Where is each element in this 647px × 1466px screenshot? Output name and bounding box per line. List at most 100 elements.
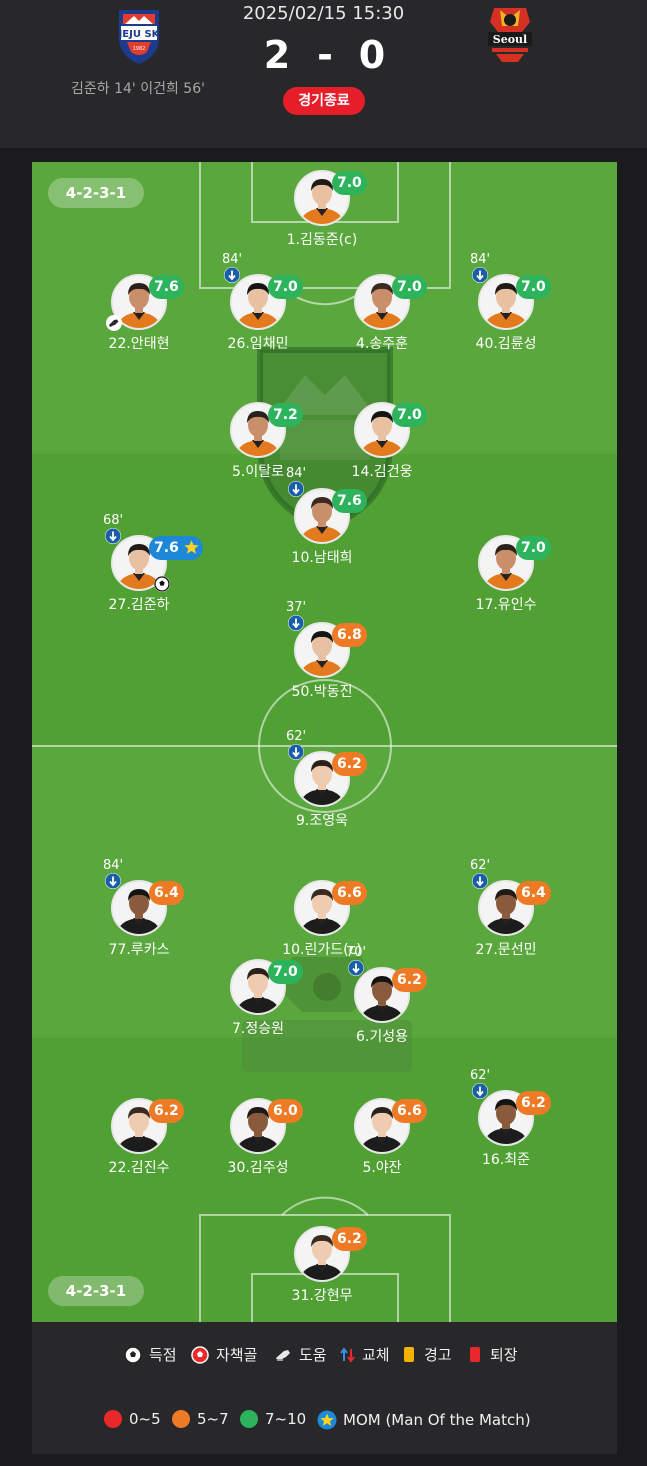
away-score: 0: [358, 33, 386, 77]
player-rating-value: 6.6: [397, 1103, 422, 1119]
substitution-minute: 62': [469, 1068, 491, 1083]
player-rating-badge: 6.4: [149, 881, 184, 905]
legend-red-label: 퇴장: [490, 1346, 518, 1364]
player-name: 40.김륜성: [475, 336, 537, 352]
player-rating-value: 6.2: [397, 972, 422, 988]
legend-mom: MOM (Man Of the Match): [317, 1410, 531, 1430]
player-rating-badge: 6.2: [516, 1091, 551, 1115]
legend-range-low-label: 0~5: [129, 1410, 161, 1428]
away-player-card[interactable]: 6.6 5.야잔: [322, 1098, 442, 1188]
player-rating-badge: 6.2: [332, 1227, 367, 1251]
player-name: 77.루카스: [108, 942, 170, 958]
player-rating-badge: 6.2: [392, 968, 427, 992]
player-rating-value: 6.8: [337, 627, 362, 643]
home-player-card[interactable]: 7.0 26.임채민 84': [198, 252, 318, 364]
player-rating-badge: 6.2: [149, 1099, 184, 1123]
player-rating-value: 7.0: [521, 279, 546, 295]
green-dot-icon: [240, 1410, 258, 1428]
player-rating-badge: 6.2: [332, 752, 367, 776]
home-player-card[interactable]: 7.0 14.김건웅: [322, 402, 442, 492]
legend-sub-label: 교체: [362, 1346, 390, 1364]
player-name: 16.최준: [481, 1152, 531, 1168]
goal-ball-icon: [154, 576, 170, 592]
home-player-card[interactable]: 7.0 40.김륜성 84': [446, 252, 566, 364]
sub-out-arrow-icon: [288, 481, 304, 497]
player-rating-value: 7.0: [521, 540, 546, 556]
red-dot-icon: [104, 1410, 122, 1428]
player-rating-badge: 7.0: [392, 403, 427, 427]
player-rating-badge: 7.6: [332, 489, 367, 513]
player-name: 27.문선민: [475, 942, 537, 958]
sub-out-arrow-icon: [105, 873, 121, 889]
away-formation: 4-2-3-1: [48, 1276, 144, 1306]
assist-boot-icon: [106, 315, 122, 331]
player-rating-badge: 7.0: [516, 275, 551, 299]
sub-out-arrow-icon: [472, 873, 488, 889]
home-score: 2: [263, 33, 291, 77]
match-lineup-screen: JEJU SK 1982 2025/02/15 15:30 2 - 0 Seou…: [0, 0, 647, 1466]
home-player-card[interactable]: 7.0 17.유인수: [446, 535, 566, 625]
player-rating-value: 7.6: [154, 279, 179, 295]
legend-range-mid: 5~7: [172, 1410, 229, 1428]
player-name: 1.김동준(c): [286, 232, 358, 248]
player-rating-value: 7.0: [397, 407, 422, 423]
away-player-card[interactable]: 6.2 6.기성용 70': [322, 945, 442, 1057]
away-player-card[interactable]: 6.2 16.최준 62': [446, 1068, 566, 1180]
substitution-minute: 84': [469, 252, 491, 267]
sub-out-arrow-icon: [472, 1083, 488, 1099]
player-rating-badge: 6.8: [332, 623, 367, 647]
legend-assist-label: 도움: [299, 1346, 327, 1364]
svg-text:JEJU SK: JEJU SK: [118, 29, 161, 40]
away-player-card[interactable]: 6.2 9.조영욱 62': [262, 729, 382, 841]
own-goal-ball-icon: [191, 1345, 209, 1364]
substitution-minute: 70': [345, 945, 367, 960]
away-player-card[interactable]: 6.4 77.루카스 84': [79, 858, 199, 970]
home-player-card[interactable]: 7.0 1.김동준(c): [262, 170, 382, 260]
sub-out-arrow-icon: [472, 267, 488, 283]
svg-text:Seoul: Seoul: [493, 33, 527, 46]
player-rating-value: 6.4: [521, 885, 546, 901]
home-player-card[interactable]: 6.8 50.박동진 37': [262, 600, 382, 712]
player-rating-value: 7.2: [273, 407, 298, 423]
player-rating-value: 6.4: [154, 885, 179, 901]
home-player-card[interactable]: 7.6 10.남태희 84': [262, 466, 382, 578]
away-player-card[interactable]: 7.0 7.정승원: [198, 959, 318, 1049]
legend-mom-label: MOM (Man Of the Match): [343, 1411, 531, 1429]
player-rating-value: 7.0: [273, 279, 298, 295]
legend-goal: 득점: [124, 1344, 177, 1365]
pitch: 4-2-3-1 4-2-3-1 7.0 1.김동준(c) 7.6 22.안태현 7.0 2…: [32, 162, 617, 1322]
player-rating-badge: 7.0: [332, 171, 367, 195]
away-player-card[interactable]: 6.2 31.강현무: [262, 1226, 382, 1316]
legend-panel: 득점 자책골 도움 교체 경고 퇴장 0~5 5~7 7~10 MOM (Man…: [32, 1322, 617, 1454]
substitution-minute: 84': [102, 858, 124, 873]
player-rating-value: 6.2: [337, 756, 362, 772]
player-name: 17.유인수: [475, 597, 537, 613]
away-player-card[interactable]: 6.4 27.문선민 62': [446, 858, 566, 970]
assist-boot-icon: [276, 1349, 290, 1361]
sub-out-arrow-icon: [288, 615, 304, 631]
sub-arrows-icon: [340, 1346, 355, 1363]
goal-ball-icon: [124, 1345, 142, 1364]
sub-out-arrow-icon: [224, 267, 240, 283]
home-player-card[interactable]: 7.6 27.김준하 68': [79, 513, 203, 625]
home-goal-scorers: 김준하 14' 이건희 56': [71, 81, 205, 97]
substitution-minute: 37': [285, 600, 307, 615]
player-rating-value: 6.6: [337, 885, 362, 901]
sub-out-arrow-icon: [348, 960, 364, 976]
player-rating-value: 7.0: [273, 964, 298, 980]
player-rating-value: 6.2: [521, 1095, 546, 1111]
player-rating-badge: 6.6: [332, 881, 367, 905]
legend-own-goal-label: 자책골: [216, 1346, 258, 1364]
player-rating-value: 6.2: [154, 1103, 179, 1119]
substitution-minute: 62': [285, 729, 307, 744]
home-player-card[interactable]: 7.0 4.송주훈: [322, 274, 442, 364]
player-name: 14.김건웅: [351, 464, 413, 480]
legend-yellow: 경고: [404, 1344, 452, 1365]
mom-star-icon: [184, 540, 199, 554]
legend-yellow-label: 경고: [424, 1346, 452, 1364]
player-name: 31.강현무: [291, 1288, 353, 1304]
player-rating-badge: 7.6: [149, 275, 184, 299]
away-player-card[interactable]: 6.0 30.김주성: [198, 1098, 318, 1188]
player-name: 10.남태희: [291, 550, 353, 566]
orange-dot-icon: [172, 1410, 190, 1428]
